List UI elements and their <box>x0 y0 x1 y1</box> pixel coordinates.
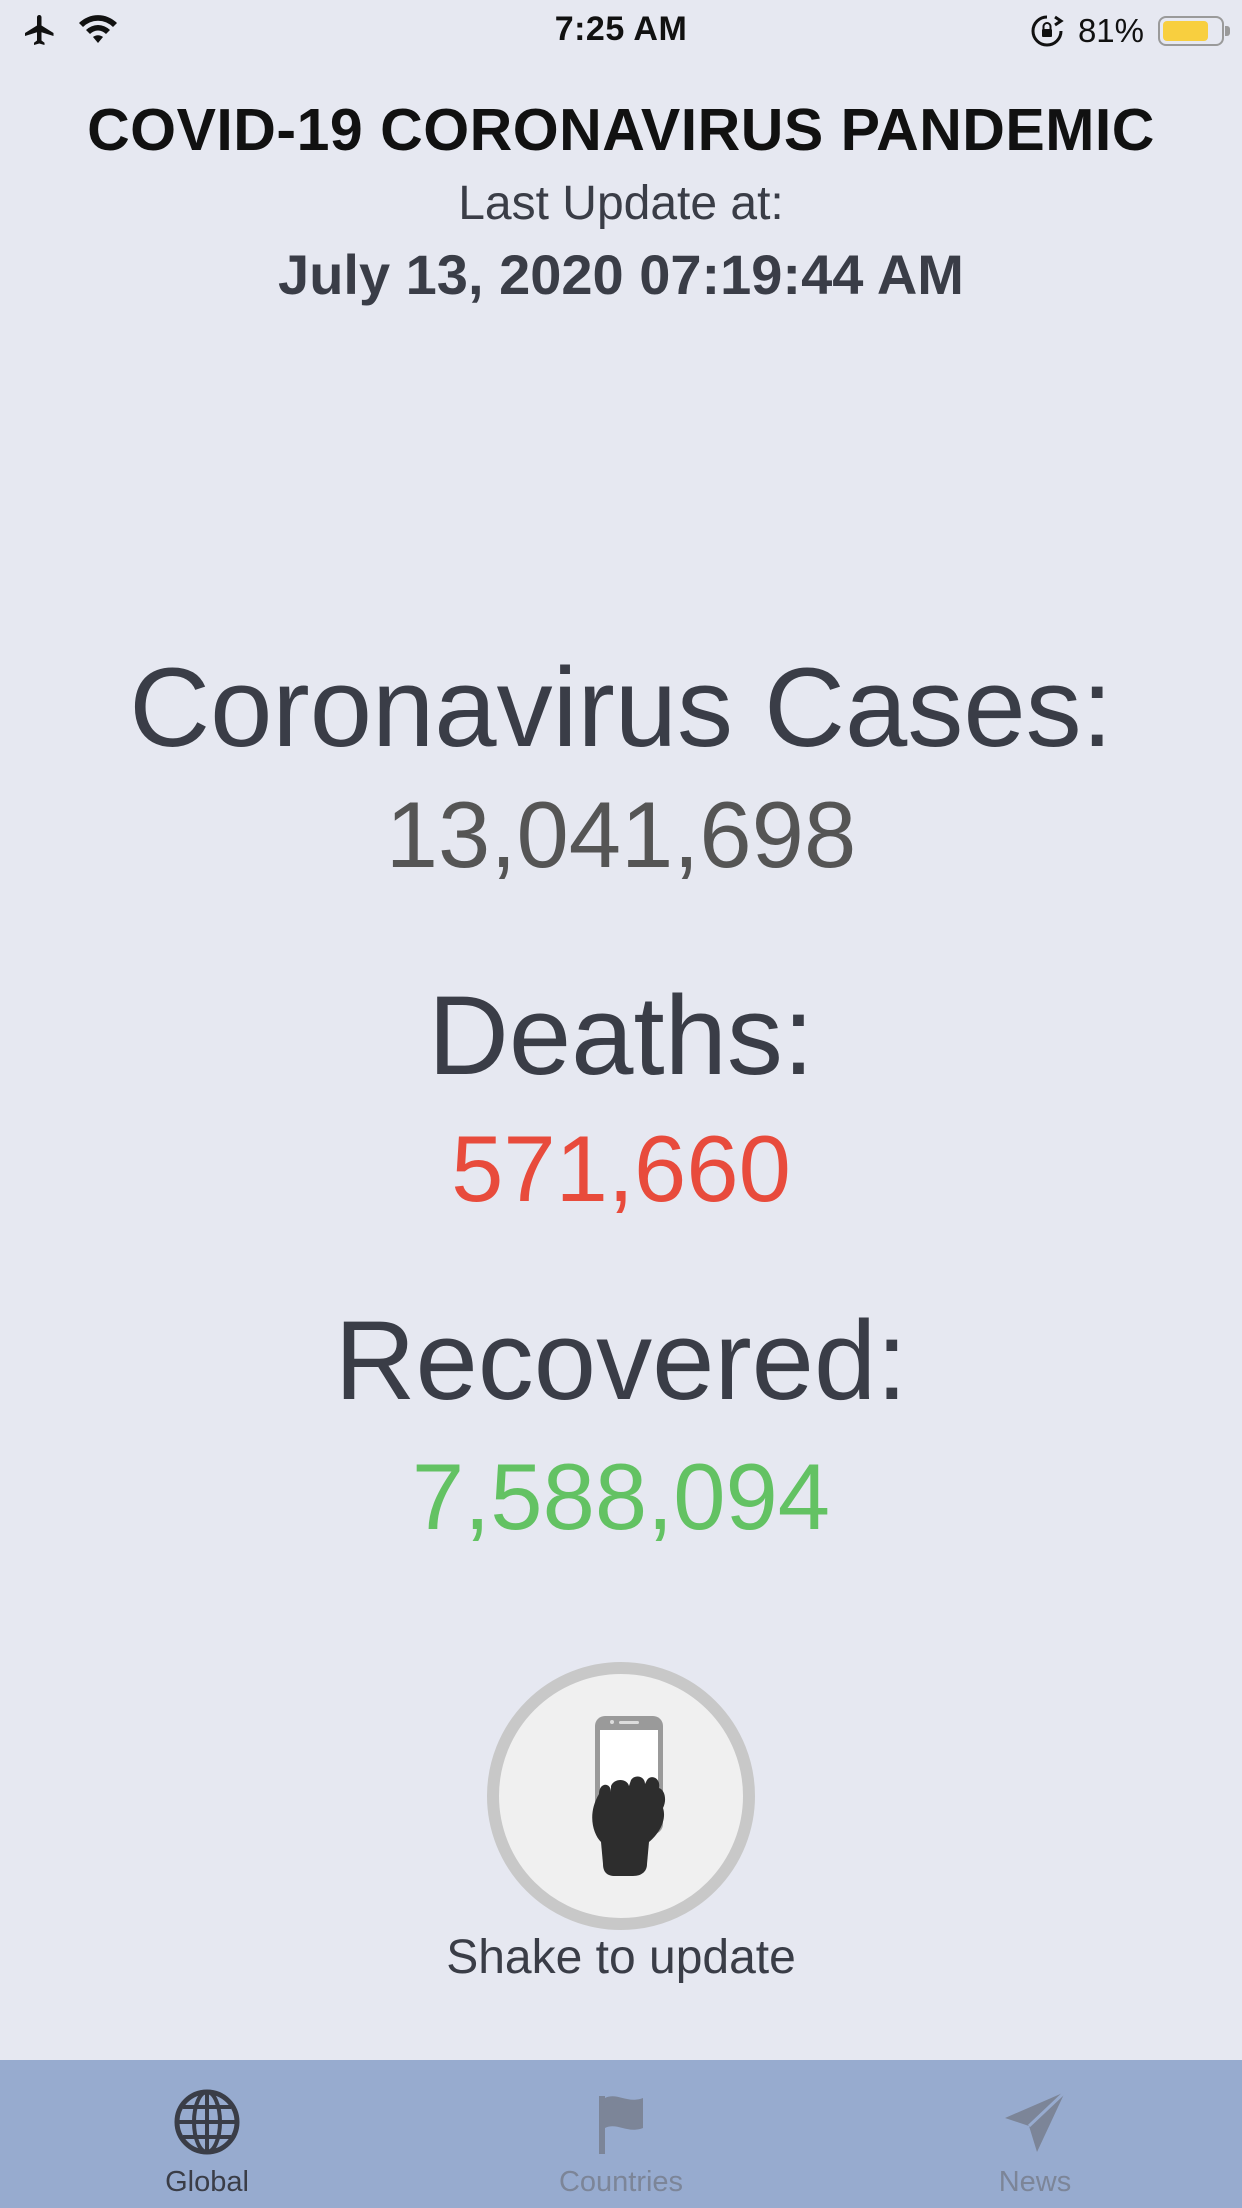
shake-phone-icon <box>592 1716 666 1876</box>
battery-percent: 81% <box>1077 12 1144 49</box>
tab-countries[interactable]: Countries <box>414 2060 828 2208</box>
battery-icon <box>1158 16 1230 46</box>
page-title: COVID-19 CORONAVIRUS PANDEMIC <box>87 97 1155 163</box>
flag-icon <box>599 2096 643 2154</box>
recovered-value: 7,588,094 <box>411 1444 831 1549</box>
status-right: 81% <box>1030 12 1230 50</box>
last-update-label: Last Update at: <box>458 177 784 230</box>
tab-countries-label: Countries <box>558 2166 684 2198</box>
globe-icon <box>174 2089 240 2155</box>
shake-label: Shake to update <box>446 1931 796 1984</box>
status-bar: 7:25 AM 81% <box>0 0 1242 62</box>
cases-label: Coronavirus Cases: <box>129 645 1113 770</box>
tab-news[interactable]: News <box>828 2060 1242 2208</box>
rotation-lock-icon <box>1031 15 1064 47</box>
shake-button[interactable] <box>487 1662 755 1930</box>
tab-bar: Global Countries News <box>0 2060 1242 2208</box>
last-update-value: July 13, 2020 07:19:44 AM <box>278 243 964 306</box>
deaths-label: Deaths: <box>428 973 814 1098</box>
paper-plane-icon <box>1005 2090 1067 2152</box>
deaths-value: 571,660 <box>451 1116 791 1221</box>
recovered-label: Recovered: <box>334 1298 908 1423</box>
cases-value: 13,041,698 <box>385 782 857 887</box>
tab-news-label: News <box>998 2166 1072 2198</box>
tab-global[interactable]: Global <box>0 2060 414 2208</box>
tab-global-label: Global <box>165 2166 249 2198</box>
battery-fill <box>1163 21 1209 41</box>
